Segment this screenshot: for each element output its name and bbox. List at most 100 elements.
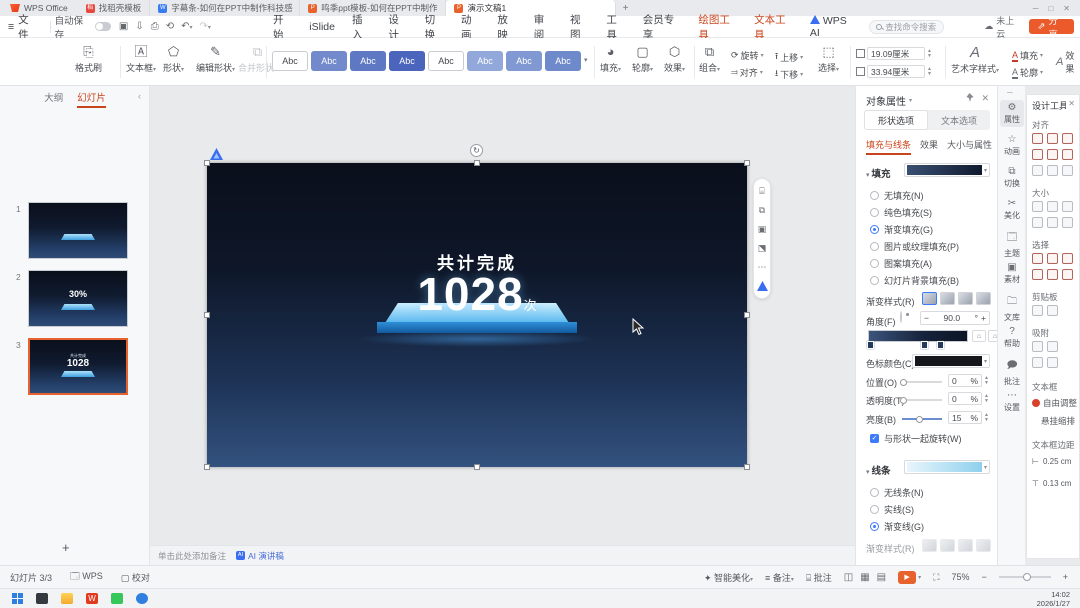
slide-editing-area[interactable]: 共计完成 1028次 bbox=[207, 163, 747, 467]
shape-height-field[interactable]: 19.09厘米 ▲ ▼ bbox=[856, 47, 932, 60]
strip-item-animation[interactable]: ☆ 动画 bbox=[1000, 134, 1024, 157]
selection-handle-se[interactable] bbox=[744, 464, 750, 470]
close-panel-icon[interactable]: ✕ bbox=[981, 93, 989, 104]
clock[interactable]: 14:02 2026/1/27 bbox=[1037, 590, 1080, 608]
radio-gradient-line[interactable]: 渐变线(G) bbox=[870, 520, 924, 533]
margin-vertical[interactable]: ⊤ 0.13 cm bbox=[1032, 479, 1071, 488]
subtab-fill-line[interactable]: 填充与线条 bbox=[866, 138, 912, 155]
zoom-out-button[interactable]: − bbox=[981, 572, 986, 582]
wordart-style-button[interactable]: A 艺术字样式▾ bbox=[951, 45, 999, 75]
strip-item-library[interactable]: 🗀 文库 bbox=[1000, 294, 1024, 323]
menu-tab-review[interactable]: 审阅 bbox=[534, 12, 553, 42]
image-icon[interactable]: ▣ bbox=[758, 224, 767, 235]
paste-icon[interactable] bbox=[1047, 305, 1058, 316]
menu-tab-member[interactable]: 会员专享 bbox=[643, 12, 682, 42]
selection-handle-w[interactable] bbox=[204, 312, 210, 318]
strip-item-theme[interactable]: 🗔 主题 bbox=[1000, 230, 1024, 259]
subtab-size-properties[interactable]: 大小与属性 bbox=[947, 138, 992, 155]
align-bottom-icon[interactable] bbox=[1062, 149, 1073, 160]
menu-tab-slideshow[interactable]: 放映 bbox=[497, 12, 516, 42]
pin-icon[interactable] bbox=[965, 93, 974, 102]
zoom-level[interactable]: 75% bbox=[951, 572, 969, 582]
menu-tab-islide[interactable]: iSlide bbox=[309, 21, 335, 33]
slideshow-play-button[interactable]: ▶ bbox=[898, 570, 917, 584]
redo-icon[interactable]: ↷▾ bbox=[200, 21, 211, 32]
align-left-icon[interactable] bbox=[1032, 133, 1043, 144]
text-fill-button[interactable]: A 填充 ▾ bbox=[1012, 49, 1043, 62]
align-center-icon[interactable] bbox=[1047, 133, 1058, 144]
indent-option[interactable]: 悬挂缩排 bbox=[1041, 415, 1075, 427]
radio-gradient-fill[interactable]: 渐变填充(G) bbox=[870, 223, 933, 236]
shape-style-2[interactable]: Abc bbox=[311, 51, 347, 71]
menu-tab-design[interactable]: 设计 bbox=[388, 12, 407, 42]
align-middle-icon[interactable] bbox=[1047, 149, 1058, 160]
tab-outline[interactable]: 大纲 bbox=[44, 90, 63, 108]
share-button[interactable]: ⇗ 分享 bbox=[1029, 16, 1074, 41]
shape-style-5[interactable]: Abc bbox=[428, 51, 464, 71]
radio-pattern-fill[interactable]: 图案填充(A) bbox=[870, 257, 932, 270]
menu-tab-transition[interactable]: 切换 bbox=[425, 12, 444, 42]
proofread-button[interactable]: ▢ 校对 bbox=[121, 571, 150, 584]
undo-icon[interactable]: ↶▾ bbox=[181, 21, 192, 32]
brightness-slider[interactable] bbox=[902, 415, 942, 423]
shape-style-7[interactable]: Abc bbox=[506, 51, 542, 71]
menu-tab-tools[interactable]: 工具 bbox=[606, 12, 625, 42]
snap-lock-icon[interactable] bbox=[1047, 357, 1058, 368]
selection-handle-nw[interactable] bbox=[204, 160, 210, 166]
strip-item-beautify[interactable]: ✂ 美化 bbox=[1000, 198, 1024, 221]
smart-beautify-button[interactable]: ✦ 智能美化▾ bbox=[704, 571, 753, 584]
shape-width-field[interactable]: 33.94厘米 ▲ ▼ bbox=[856, 65, 932, 78]
minimize-icon[interactable]: ─ bbox=[1033, 4, 1039, 13]
comment-button[interactable]: ⌸ 批注 bbox=[806, 571, 832, 584]
angle-plus[interactable]: + bbox=[981, 313, 986, 323]
transparency-slider[interactable] bbox=[900, 396, 942, 404]
selection-handle-n[interactable] bbox=[474, 160, 480, 166]
zoom-slider[interactable] bbox=[998, 573, 1051, 581]
gradient-style-rect[interactable] bbox=[958, 292, 973, 305]
layers-icon[interactable]: ⌸ bbox=[759, 186, 764, 197]
stretch-h-icon[interactable] bbox=[1047, 217, 1058, 228]
crop-icon[interactable]: ⬔ bbox=[758, 243, 767, 254]
strip-item-assets[interactable]: ▣ 素材 bbox=[1000, 262, 1024, 285]
shape-effects-button[interactable]: ⬡ 效果▾ bbox=[664, 45, 685, 74]
wps-app-icon[interactable]: W bbox=[86, 593, 98, 604]
group-button[interactable]: ⧉ 组合▾ bbox=[699, 45, 720, 74]
sync-icon[interactable]: ⟲ bbox=[166, 21, 174, 32]
menu-tab-view[interactable]: 视图 bbox=[570, 12, 589, 42]
slide-thumbnail-3-selected[interactable]: 共计完成 1028 bbox=[28, 338, 128, 395]
fullscreen-icon[interactable]: ⛶ bbox=[933, 572, 939, 583]
angle-dial[interactable] bbox=[900, 311, 902, 323]
selection-handle-e[interactable] bbox=[744, 312, 750, 318]
strip-item-transition[interactable]: ⧉ 切换 bbox=[1000, 166, 1024, 189]
style-gallery-expand-icon[interactable]: ▾ bbox=[584, 56, 588, 64]
gradient-stop[interactable] bbox=[867, 341, 874, 349]
strip-item-settings[interactable]: ⋯ 设置 bbox=[1000, 390, 1024, 413]
radio-solid-line[interactable]: 实线(S) bbox=[870, 503, 914, 516]
gradient-stops-bar[interactable] bbox=[867, 330, 968, 349]
shape-style-8[interactable]: Abc bbox=[545, 51, 581, 71]
strip-item-properties[interactable]: ⚙ 属性 bbox=[1000, 100, 1024, 127]
layer-down-icon[interactable] bbox=[1062, 269, 1073, 280]
play-options-icon[interactable]: ▾ bbox=[918, 574, 921, 581]
align-right-icon[interactable] bbox=[1062, 133, 1073, 144]
menu-tab-insert[interactable]: 插入 bbox=[352, 12, 371, 42]
notes-placeholder[interactable]: 单击此处添加备注 bbox=[158, 550, 226, 562]
line-section-header[interactable]: 线条 bbox=[866, 463, 890, 477]
rotate-handle[interactable]: ↻ bbox=[470, 144, 483, 157]
gradient-style-radial[interactable] bbox=[940, 292, 955, 305]
shape-outline-button[interactable]: ▢ 轮廓▾ bbox=[632, 45, 653, 74]
shape-style-3[interactable]: Abc bbox=[350, 51, 386, 71]
bring-forward-button[interactable]: ⭱ 上移 ▾ bbox=[775, 49, 803, 65]
autosave-toggle[interactable] bbox=[94, 22, 111, 31]
reading-view-icon[interactable]: ▤ bbox=[877, 572, 886, 583]
menu-tab-animation[interactable]: 动画 bbox=[461, 12, 480, 42]
grid-icon[interactable] bbox=[1062, 165, 1073, 176]
gradient-stop[interactable] bbox=[921, 341, 928, 349]
same-width-icon[interactable] bbox=[1032, 201, 1043, 212]
gradient-stop[interactable] bbox=[937, 341, 944, 349]
rotate-with-shape-checkbox[interactable]: ✓ 与形状一起旋转(W) bbox=[870, 432, 962, 445]
selection-handle-ne[interactable] bbox=[744, 160, 750, 166]
menu-tab-home[interactable]: 开始 bbox=[273, 12, 292, 42]
fill-color-dropdown[interactable]: ▾ bbox=[904, 163, 990, 177]
slide-number-text[interactable]: 1028次 bbox=[207, 267, 747, 321]
